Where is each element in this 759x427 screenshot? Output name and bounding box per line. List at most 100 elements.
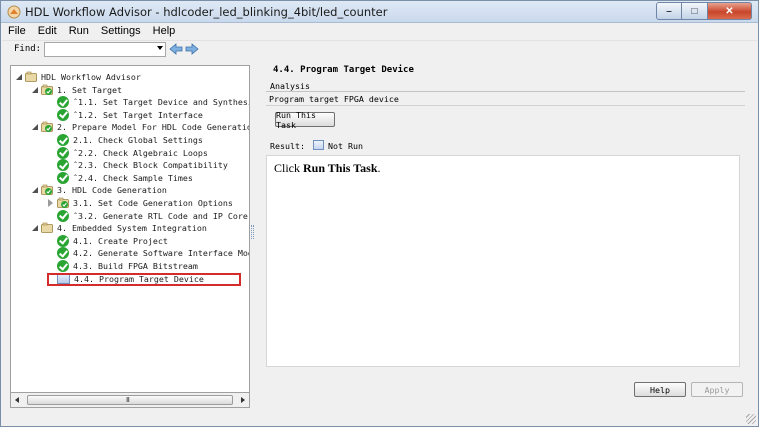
expanded-arrow-icon[interactable] — [31, 123, 39, 131]
tree-item-label: ˆ2.2. Check Algebraic Loops — [73, 147, 208, 158]
tree-item[interactable]: ˆ2.3. Check Block Compatibility — [47, 159, 228, 172]
scroll-right-arrow-icon[interactable] — [241, 397, 245, 403]
scroll-thumb[interactable]: III — [27, 395, 233, 405]
matlab-app-icon — [7, 5, 21, 19]
pane-splitter[interactable] — [251, 225, 254, 239]
task-title: 4.4. Program Target Device — [273, 65, 414, 75]
result-label: Result: — [270, 141, 305, 151]
tree-item[interactable]: ˆ1.1. Set Target Device and Synthesis To… — [47, 96, 249, 109]
not-run-status-icon — [313, 140, 324, 150]
apply-button: Apply — [691, 382, 743, 397]
check-icon — [57, 96, 69, 109]
maximize-button[interactable]: □ — [682, 2, 708, 20]
close-button[interactable]: ✕ — [708, 2, 752, 20]
find-input[interactable] — [44, 42, 166, 57]
menu-run[interactable]: Run — [63, 24, 95, 40]
expanded-arrow-icon[interactable] — [31, 86, 39, 94]
check-icon — [57, 159, 69, 172]
check-icon — [57, 146, 69, 159]
tree-item-label: ˆ1.2. Set Target Interface — [73, 109, 203, 120]
collapsed-arrow-icon[interactable] — [47, 199, 55, 207]
description-divider — [266, 105, 745, 106]
menu-file[interactable]: File — [2, 24, 32, 40]
analysis-divider — [266, 91, 745, 92]
back-arrow-icon[interactable] — [169, 43, 183, 55]
menu-bar: File Edit Run Settings Help — [2, 24, 757, 40]
folder-check-icon — [57, 197, 69, 208]
selected-task-highlight — [47, 273, 241, 286]
find-label: Find: — [14, 44, 42, 54]
tree-item[interactable]: ˆ3.2. Generate RTL Code and IP Core — [47, 209, 248, 222]
scroll-grip: III — [126, 397, 130, 404]
tree-item[interactable]: ˆ1.2. Set Target Interface — [47, 108, 203, 121]
tree-item[interactable]: 2.1. Check Global Settings — [47, 134, 203, 146]
tree-item[interactable]: 4.2. Generate Software Interface Model — [47, 247, 250, 260]
tree-item-label: 4.1. Create Project — [73, 235, 168, 246]
title-bar[interactable]: HDL Workflow Advisor - hdlcoder_led_blin… — [1, 1, 758, 23]
tree-item-label: ˆ2.4. Check Sample Times — [73, 172, 193, 183]
menu-settings[interactable]: Settings — [95, 24, 147, 40]
check-icon — [57, 171, 69, 184]
folder-check-icon — [41, 122, 53, 133]
check-icon — [57, 209, 69, 222]
forward-arrow-icon[interactable] — [185, 43, 199, 55]
message-prefix: Click — [274, 161, 303, 175]
tree-item[interactable]: ˆ2.2. Check Algebraic Loops — [47, 146, 208, 159]
check-icon — [57, 108, 69, 121]
window-title: HDL Workflow Advisor - hdlcoder_led_blin… — [25, 5, 388, 19]
tree-item-label: 3. HDL Code Generation — [57, 185, 167, 196]
resize-grip[interactable] — [746, 414, 756, 424]
tree-item[interactable]: 3.1. Set Code Generation Options — [47, 197, 233, 209]
tree-item[interactable]: 2. Prepare Model For HDL Code Generation — [31, 121, 250, 133]
tree-item[interactable]: HDL Workflow Advisor — [15, 71, 141, 83]
task-description: Program target FPGA device — [269, 94, 399, 104]
app-window: HDL Workflow Advisor - hdlcoder_led_blin… — [0, 0, 759, 427]
result-message: Click Run This Task. — [274, 161, 381, 176]
folder-icon — [25, 71, 37, 82]
tree-item-label: ˆ3.2. Generate RTL Code and IP Core — [73, 210, 248, 221]
menu-edit[interactable]: Edit — [32, 24, 63, 40]
tree-item[interactable]: 4. Embedded System Integration — [31, 222, 207, 234]
tree-item[interactable]: 3. HDL Code Generation — [31, 184, 167, 196]
chevron-down-icon[interactable] — [157, 46, 163, 50]
help-button[interactable]: Help — [634, 382, 686, 397]
expanded-arrow-icon[interactable] — [15, 73, 23, 81]
task-tree[interactable]: HDL Workflow Advisor 1. Set Target ˆ1.1. S… — [10, 65, 250, 408]
result-value: Not Run — [328, 141, 363, 151]
expanded-arrow-icon[interactable] — [31, 224, 39, 232]
tree-item[interactable]: 4.1. Create Project — [47, 234, 168, 247]
tree-item-label: 2. Prepare Model For HDL Code Generation — [57, 122, 250, 133]
check-icon — [57, 234, 69, 247]
scroll-left-arrow-icon[interactable] — [15, 397, 19, 403]
menu-help[interactable]: Help — [147, 24, 182, 40]
tree-item-label: 4.2. Generate Software Interface Model — [73, 248, 250, 259]
tree-item[interactable]: 4.3. Build FPGA Bitstream — [47, 260, 198, 272]
tree-item[interactable]: 1. Set Target — [31, 84, 122, 96]
folder-check-icon — [41, 84, 53, 95]
check-icon — [57, 260, 69, 272]
folder-icon — [41, 222, 53, 234]
folder-check-icon — [41, 185, 53, 196]
tree-horizontal-scrollbar[interactable]: III — [10, 392, 250, 408]
tree-item-label: ˆ1.1. Set Target Device and Synthesis To… — [73, 97, 249, 108]
result-message-area: Click Run This Task. — [266, 155, 740, 367]
message-bold: Run This Task — [303, 161, 378, 175]
tree-item[interactable]: ˆ2.4. Check Sample Times — [47, 171, 193, 184]
tree-item-label: ˆ2.3. Check Block Compatibility — [73, 160, 228, 171]
tree-item-label: 3.1. Set Code Generation Options — [73, 198, 233, 208]
expanded-arrow-icon[interactable] — [31, 186, 39, 194]
minimize-button[interactable]: – — [656, 2, 682, 20]
run-this-task-button[interactable]: Run This Task — [275, 110, 335, 130]
tree-item-label: 4. Embedded System Integration — [57, 223, 207, 234]
analysis-group: Analysis Program target FPGA device Run … — [266, 81, 747, 371]
tree-item-label: 2.1. Check Global Settings — [73, 135, 203, 145]
check-icon — [57, 247, 69, 260]
find-toolbar: Find: — [2, 40, 757, 58]
